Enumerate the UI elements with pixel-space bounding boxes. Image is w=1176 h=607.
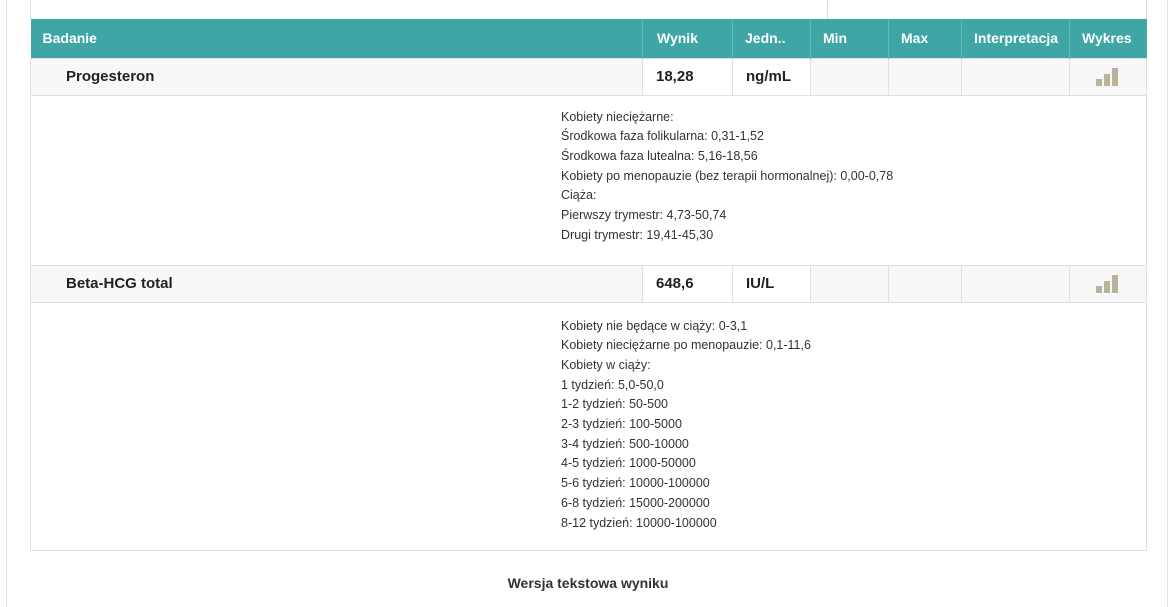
reference-line: 2-3 tydzień: 100-5000 bbox=[561, 417, 682, 432]
reference-line: Ciąża: bbox=[561, 188, 597, 203]
header-wynik[interactable]: Wynik bbox=[642, 19, 733, 58]
header-interpretacja[interactable]: Interpretacja bbox=[961, 19, 1070, 58]
text-version-title: Wersja tekstowa wyniku bbox=[507, 575, 669, 591]
reference-line: 1-2 tydzień: 50-500 bbox=[561, 397, 669, 412]
reference-line: 4-5 tydzień: 1000-50000 bbox=[561, 456, 696, 471]
previous-section-bottom bbox=[30, 0, 1147, 19]
test-unit: IU/L bbox=[732, 264, 811, 303]
reference-line: 5-6 tydzień: 10000-100000 bbox=[561, 476, 710, 491]
reference-ranges: Kobiety nieciężarne: Środkowa faza folik… bbox=[561, 108, 1145, 246]
results-table: Badanie Wynik Jedn.. Min Max Interpretac… bbox=[30, 19, 1147, 551]
reference-row: Kobiety nieciężarne: Środkowa faza folik… bbox=[30, 94, 1147, 266]
reference-line: 6-8 tydzień: 15000-200000 bbox=[561, 495, 710, 510]
column-divider bbox=[827, 0, 828, 19]
header-badanie[interactable]: Badanie bbox=[30, 19, 643, 58]
table-row: Beta-HCG total 648,6 IU/L bbox=[30, 264, 1147, 303]
header-max[interactable]: Max bbox=[888, 19, 962, 58]
reference-line: 3-4 tydzień: 500-10000 bbox=[561, 436, 689, 451]
test-interpretation bbox=[961, 264, 1070, 303]
test-unit: ng/mL bbox=[732, 57, 811, 96]
test-name: Progesteron bbox=[30, 57, 643, 96]
header-min[interactable]: Min bbox=[810, 19, 889, 58]
reference-line: Środkowa faza lutealna: 5,16-18,56 bbox=[561, 148, 758, 163]
reference-ranges: Kobiety nie będące w ciąży: 0-3,1 Kobiet… bbox=[561, 317, 1145, 534]
test-min bbox=[810, 264, 889, 303]
test-value: 648,6 bbox=[642, 264, 733, 303]
header-wykres[interactable]: Wykres bbox=[1069, 19, 1147, 58]
reference-line: 8-12 tydzień: 10000-100000 bbox=[561, 515, 717, 530]
reference-line: Środkowa faza folikularna: 0,31-1,52 bbox=[561, 129, 764, 144]
chart-cell bbox=[1069, 264, 1147, 303]
bar-chart-icon[interactable] bbox=[1096, 274, 1120, 293]
test-interpretation bbox=[961, 57, 1070, 96]
reference-line: Kobiety po menopauzie (bez terapii hormo… bbox=[561, 168, 894, 183]
header-jednostka[interactable]: Jedn.. bbox=[732, 19, 811, 58]
bar-chart-icon[interactable] bbox=[1096, 67, 1120, 86]
reference-cell: Kobiety nie będące w ciąży: 0-3,1 Kobiet… bbox=[30, 301, 1147, 551]
reference-line: Pierwszy trymestr: 4,73-50,74 bbox=[561, 208, 727, 223]
reference-line: Kobiety nieciężarne: bbox=[561, 109, 674, 124]
reference-line: Kobiety w ciąży: bbox=[561, 357, 651, 372]
reference-row: Kobiety nie będące w ciąży: 0-3,1 Kobiet… bbox=[30, 301, 1147, 551]
test-min bbox=[810, 57, 889, 96]
reference-cell: Kobiety nieciężarne: Środkowa faza folik… bbox=[30, 94, 1147, 266]
reference-line: Drugi trymestr: 19,41-45,30 bbox=[561, 227, 714, 242]
reference-line: Kobiety nie będące w ciąży: 0-3,1 bbox=[561, 318, 748, 333]
table-header-row: Badanie Wynik Jedn.. Min Max Interpretac… bbox=[30, 19, 1147, 58]
test-value: 18,28 bbox=[642, 57, 733, 96]
test-name: Beta-HCG total bbox=[30, 264, 643, 303]
test-max bbox=[888, 264, 962, 303]
reference-line: Kobiety nieciężarne po menopauzie: 0,1-1… bbox=[561, 338, 811, 353]
table-row: Progesteron 18,28 ng/mL bbox=[30, 57, 1147, 96]
reference-line: 1 tydzień: 5,0-50,0 bbox=[561, 377, 664, 392]
chart-cell bbox=[1069, 57, 1147, 96]
test-max bbox=[888, 57, 962, 96]
